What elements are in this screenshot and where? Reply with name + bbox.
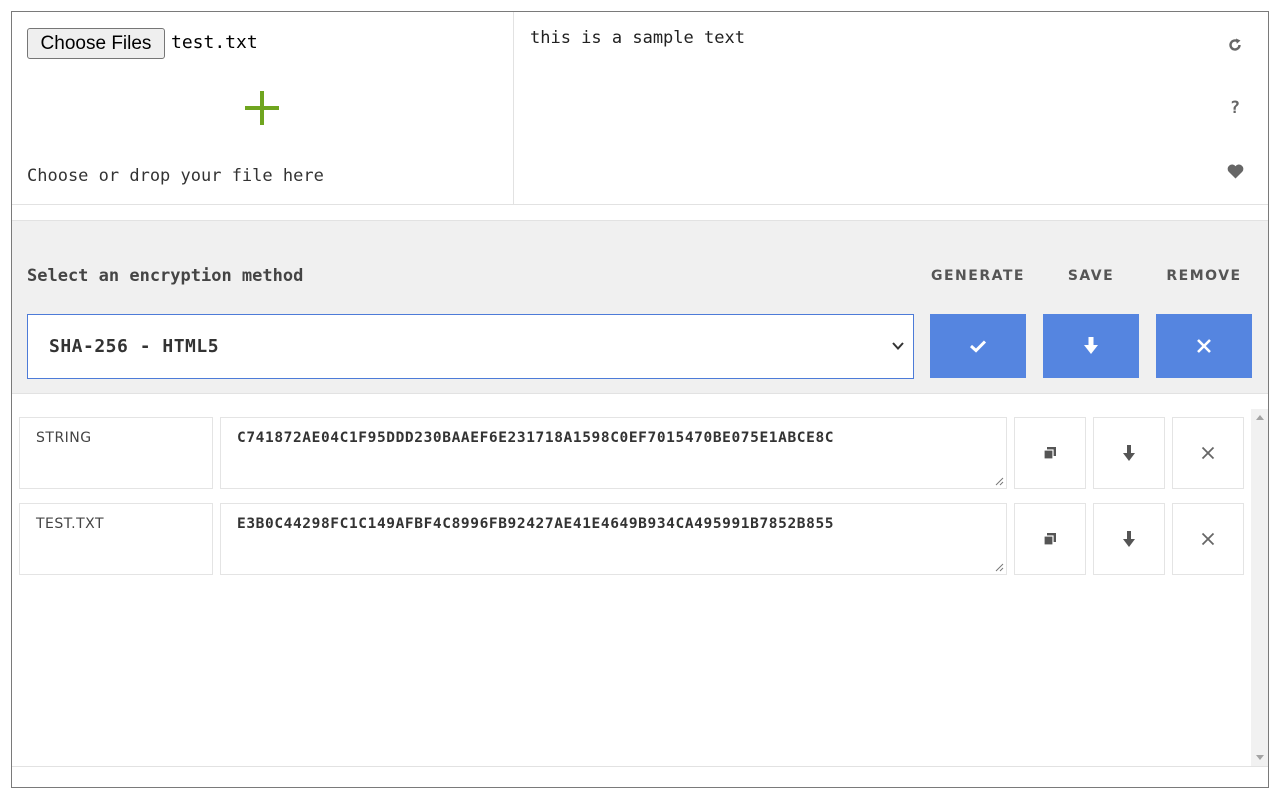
selected-method: SHA-256 - HTML5 xyxy=(49,336,220,357)
results-scrollbar[interactable] xyxy=(1251,409,1268,766)
copy-button[interactable] xyxy=(1014,417,1086,489)
copy-button[interactable] xyxy=(1014,503,1086,575)
download-icon xyxy=(1084,337,1098,354)
result-name: TEST.TXT xyxy=(19,503,213,575)
result-hash: E3B0C44298FC1C149AFBF4C8996FB92427AE41E4… xyxy=(237,516,835,532)
result-hash-field[interactable]: C741872AE04C1F95DDD230BAAEF6E231718A1598… xyxy=(220,417,1007,489)
resize-grip-icon[interactable] xyxy=(995,563,1004,572)
selected-file-name: test.txt xyxy=(171,32,258,53)
results-list: STRING C741872AE04C1F95DDD230BAAEF6E2317… xyxy=(12,409,1268,766)
close-icon xyxy=(1197,339,1211,353)
file-drop-zone[interactable]: Choose Files test.txt Choose or drop you… xyxy=(12,12,514,204)
download-button[interactable] xyxy=(1093,503,1165,575)
copy-icon xyxy=(1043,447,1056,460)
copy-icon xyxy=(1043,533,1056,546)
method-label: Select an encryption method xyxy=(27,266,304,286)
choose-files-button[interactable]: Choose Files xyxy=(27,28,165,59)
check-icon xyxy=(969,340,987,353)
result-hash: C741872AE04C1F95DDD230BAAEF6E231718A1598… xyxy=(237,430,835,446)
close-icon xyxy=(1201,532,1215,546)
result-name: STRING xyxy=(19,417,213,489)
save-label: SAVE xyxy=(1067,268,1115,284)
footer-divider xyxy=(12,766,1268,767)
method-panel: Select an encryption method GENERATE SAV… xyxy=(12,220,1268,394)
generate-label: GENERATE xyxy=(931,268,1025,284)
refresh-icon[interactable] xyxy=(1220,30,1250,60)
text-input[interactable]: this is a sample text xyxy=(530,28,1210,188)
chevron-down-icon xyxy=(892,342,904,350)
remove-button[interactable] xyxy=(1156,314,1252,378)
delete-button[interactable] xyxy=(1172,417,1244,489)
encryption-method-select[interactable]: SHA-256 - HTML5 xyxy=(27,314,914,379)
result-row: STRING C741872AE04C1F95DDD230BAAEF6E2317… xyxy=(19,417,1247,489)
heart-icon[interactable] xyxy=(1220,156,1250,186)
download-icon xyxy=(1123,530,1135,547)
app-frame: Choose Files test.txt Choose or drop you… xyxy=(11,11,1269,788)
resize-grip-icon[interactable] xyxy=(995,477,1004,486)
drop-hint-text: Choose or drop your file here xyxy=(27,166,324,186)
close-icon xyxy=(1201,446,1215,460)
plus-icon[interactable] xyxy=(245,91,279,125)
help-icon[interactable]: ? xyxy=(1220,93,1250,123)
remove-label: REMOVE xyxy=(1166,268,1242,284)
scroll-up-icon[interactable] xyxy=(1256,415,1264,420)
scroll-down-icon[interactable] xyxy=(1256,755,1264,760)
result-row: TEST.TXT E3B0C44298FC1C149AFBF4C8996FB92… xyxy=(19,503,1247,575)
delete-button[interactable] xyxy=(1172,503,1244,575)
download-icon xyxy=(1123,444,1135,461)
result-hash-field[interactable]: E3B0C44298FC1C149AFBF4C8996FB92427AE41E4… xyxy=(220,503,1007,575)
input-area: Choose Files test.txt Choose or drop you… xyxy=(12,12,1268,205)
save-button[interactable] xyxy=(1043,314,1139,378)
download-button[interactable] xyxy=(1093,417,1165,489)
text-input-pane: this is a sample text ? xyxy=(514,12,1268,204)
generate-button[interactable] xyxy=(930,314,1026,378)
